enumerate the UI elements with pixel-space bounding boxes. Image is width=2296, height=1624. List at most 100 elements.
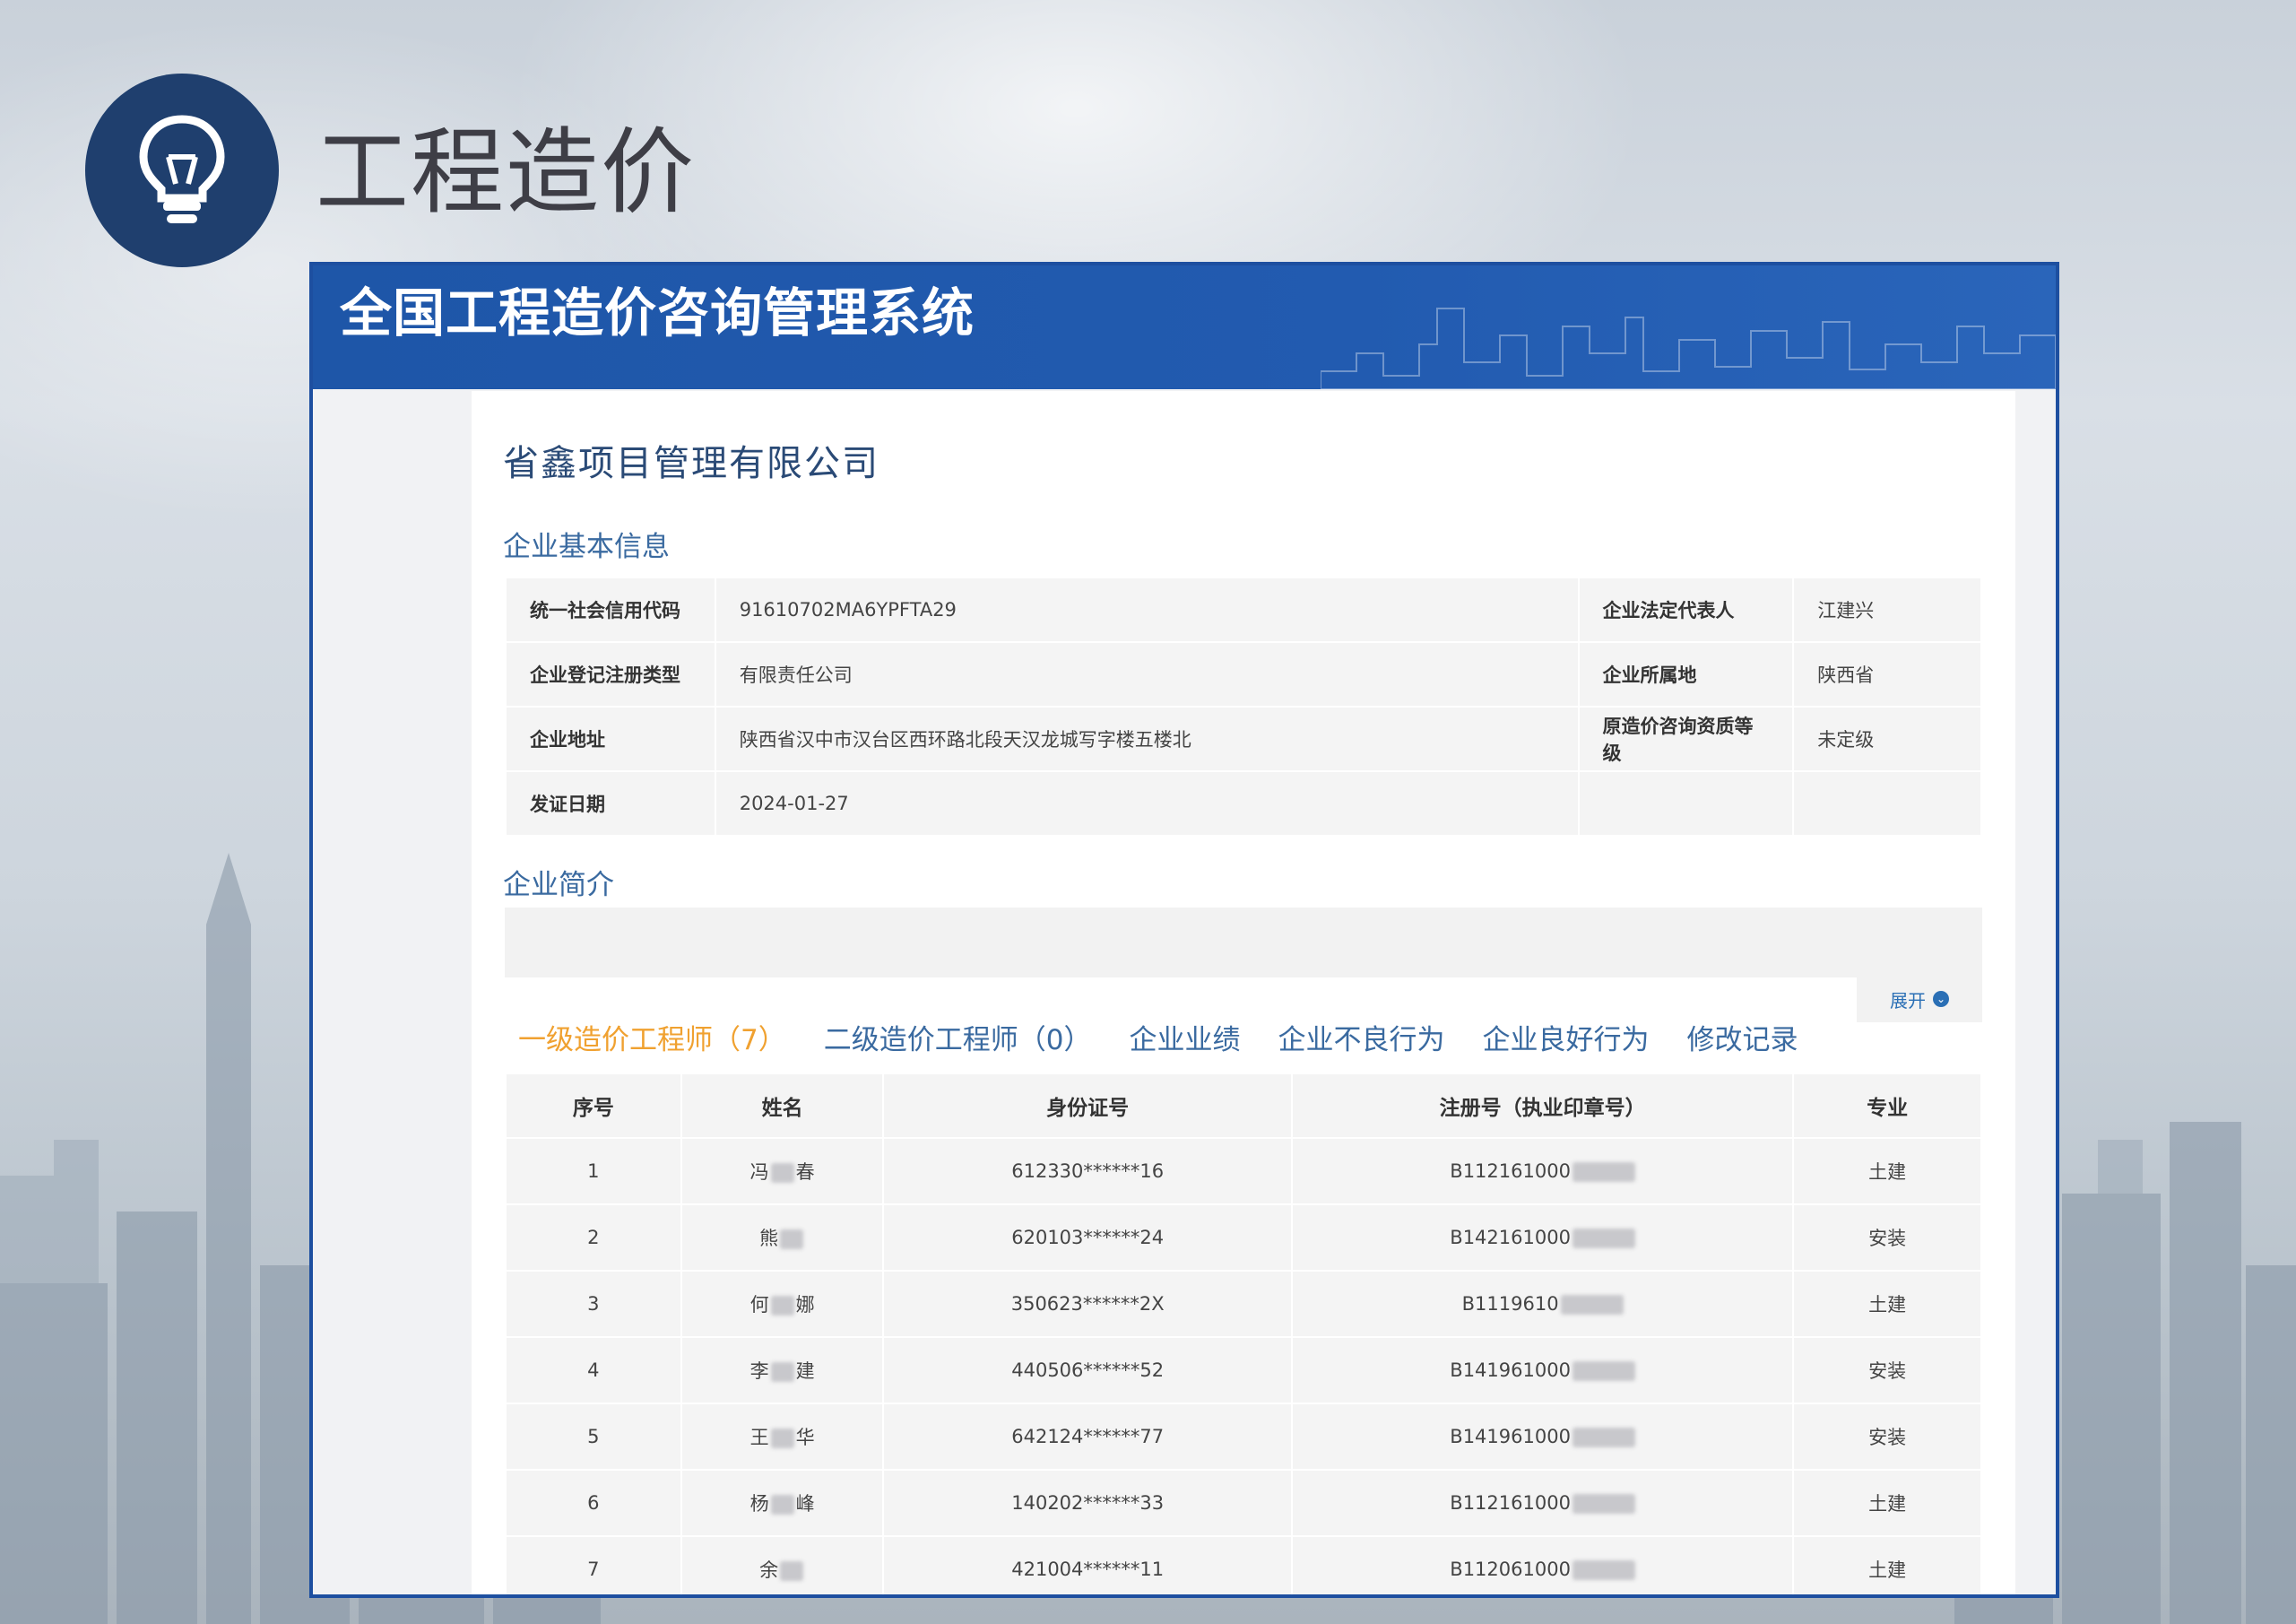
info-key	[1577, 770, 1795, 837]
slide-heading: 工程造价	[316, 117, 697, 227]
name-first-char: 何	[749, 1294, 769, 1316]
cell-registration: B1119610	[1290, 1270, 1795, 1338]
cell-registration: B112161000	[1290, 1137, 1795, 1205]
tab-performance[interactable]: 企业业绩	[1129, 1017, 1240, 1057]
table-row: 1 冯春 612330******16 B112161000 土建	[505, 1137, 1982, 1205]
column-header: 姓名	[680, 1073, 885, 1139]
cell-index: 7	[505, 1535, 682, 1594]
cell-index: 2	[505, 1203, 682, 1272]
info-value: 陕西省	[1792, 641, 1982, 708]
name-first-char: 冯	[749, 1161, 769, 1183]
tab-good-behavior[interactable]: 企业良好行为	[1482, 1017, 1649, 1057]
cell-index: 5	[505, 1403, 682, 1471]
cell-major: 土建	[1792, 1270, 1982, 1338]
cell-registration: B112061000	[1290, 1535, 1795, 1594]
cell-index: 6	[505, 1469, 682, 1537]
cell-id-number: 350623******2X	[882, 1270, 1293, 1338]
cell-index: 3	[505, 1270, 682, 1338]
tab-change-log[interactable]: 修改记录	[1686, 1017, 1798, 1057]
info-key: 原造价咨询资质等级	[1577, 706, 1795, 772]
cell-major: 土建	[1792, 1137, 1982, 1205]
cell-id-number: 140202******33	[882, 1469, 1293, 1537]
cell-major: 安装	[1792, 1203, 1982, 1272]
registration-visible-part: B1119610	[1461, 1293, 1559, 1315]
cell-name: 杨峰	[680, 1469, 885, 1537]
name-first-char: 杨	[749, 1493, 769, 1515]
company-detail-page: 省鑫项目管理有限公司 企业基本信息 统一社会信用代码 91610702MA6YP…	[472, 391, 2015, 1594]
basic-info-table: 统一社会信用代码 91610702MA6YPFTA29 企业法定代表人 江建兴 …	[505, 577, 1982, 837]
cell-major: 安装	[1792, 1336, 1982, 1404]
name-first-char: 余	[759, 1559, 779, 1581]
column-header: 身份证号	[882, 1073, 1293, 1139]
redaction-blur	[770, 1296, 794, 1316]
system-banner: 全国工程造价咨询管理系统	[313, 265, 2056, 389]
registration-visible-part: B112161000	[1450, 1160, 1571, 1182]
info-value: 江建兴	[1792, 577, 1982, 643]
cell-name: 冯春	[680, 1137, 885, 1205]
redaction-blur	[780, 1561, 804, 1581]
redaction-blur	[770, 1362, 794, 1382]
redaction-blur	[1572, 1229, 1635, 1248]
tab-bad-behavior[interactable]: 企业不良行为	[1278, 1017, 1444, 1057]
expand-button[interactable]: 展开 ⌄	[1857, 976, 1982, 1022]
cell-major: 土建	[1792, 1469, 1982, 1537]
system-title: 全国工程造价咨询管理系统	[340, 282, 975, 343]
table-row: 2 熊 620103******24 B142161000 安装	[505, 1203, 1982, 1272]
info-key: 企业地址	[505, 706, 716, 772]
lightbulb-icon	[139, 115, 225, 223]
lightbulb-badge	[85, 74, 279, 267]
column-header: 专业	[1792, 1073, 1982, 1139]
cell-major: 土建	[1792, 1535, 1982, 1594]
registration-visible-part: B141961000	[1450, 1359, 1571, 1381]
table-row: 6 杨峰 140202******33 B112161000 土建	[505, 1469, 1982, 1537]
name-first-char: 熊	[759, 1228, 779, 1249]
tab-bar: 一级造价工程师（7） 二级造价工程师（0） 企业业绩 企业不良行为 企业良好行为…	[518, 1017, 1798, 1057]
name-first-char: 李	[749, 1360, 769, 1382]
info-key: 统一社会信用代码	[505, 577, 716, 643]
cell-name: 熊	[680, 1203, 885, 1272]
cell-name: 王华	[680, 1403, 885, 1471]
name-last-char: 娜	[795, 1294, 815, 1316]
redaction-blur	[770, 1163, 794, 1183]
tab-level1-engineers[interactable]: 一级造价工程师（7）	[518, 1017, 786, 1057]
cell-registration: B141961000	[1290, 1403, 1795, 1471]
banner-skyline-decoration	[1321, 308, 2056, 389]
name-last-char: 峰	[795, 1493, 815, 1515]
info-value: 有限责任公司	[714, 641, 1580, 708]
redaction-blur	[1572, 1560, 1635, 1580]
info-key: 企业法定代表人	[1577, 577, 1795, 643]
info-key: 企业所属地	[1577, 641, 1795, 708]
redaction-blur	[780, 1229, 804, 1249]
info-value	[1792, 770, 1982, 837]
registration-visible-part: B142161000	[1450, 1227, 1571, 1248]
table-row: 7 余 421004******11 B112061000 土建	[505, 1535, 1982, 1594]
registration-visible-part: B112061000	[1450, 1559, 1571, 1580]
cell-index: 4	[505, 1336, 682, 1404]
info-value: 陕西省汉中市汉台区西环路北段天汉龙城写字楼五楼北	[714, 706, 1580, 772]
cell-id-number: 612330******16	[882, 1137, 1293, 1205]
name-first-char: 王	[749, 1427, 769, 1448]
redaction-blur	[1572, 1428, 1635, 1447]
info-value: 2024-01-27	[714, 770, 1580, 837]
cell-id-number: 620103******24	[882, 1203, 1293, 1272]
info-row: 发证日期 2024-01-27	[505, 770, 1982, 837]
info-value: 未定级	[1792, 706, 1982, 772]
registration-visible-part: B112161000	[1450, 1492, 1571, 1514]
column-header: 注册号（执业印章号）	[1290, 1073, 1795, 1139]
registration-visible-part: B141961000	[1450, 1426, 1571, 1447]
cell-id-number: 642124******77	[882, 1403, 1293, 1471]
cell-name: 李建	[680, 1336, 885, 1404]
name-last-char: 华	[795, 1427, 815, 1448]
table-row: 3 何 娜 350623******2X B1119610 土建	[505, 1270, 1982, 1338]
table-row: 4 李建 440506******52 B141961000 安装	[505, 1336, 1982, 1404]
column-header: 序号	[505, 1073, 682, 1139]
chevron-down-icon: ⌄	[1933, 991, 1949, 1007]
cell-registration: B141961000	[1290, 1336, 1795, 1404]
info-row: 统一社会信用代码 91610702MA6YPFTA29 企业法定代表人 江建兴	[505, 577, 1982, 643]
info-key: 企业登记注册类型	[505, 641, 716, 708]
table-row: 5 王华 642124******77 B141961000 安装	[505, 1403, 1982, 1471]
cell-id-number: 421004******11	[882, 1535, 1293, 1594]
tab-level2-engineers[interactable]: 二级造价工程师（0）	[824, 1017, 1092, 1057]
info-key: 发证日期	[505, 770, 716, 837]
company-intro-box	[505, 908, 1982, 977]
